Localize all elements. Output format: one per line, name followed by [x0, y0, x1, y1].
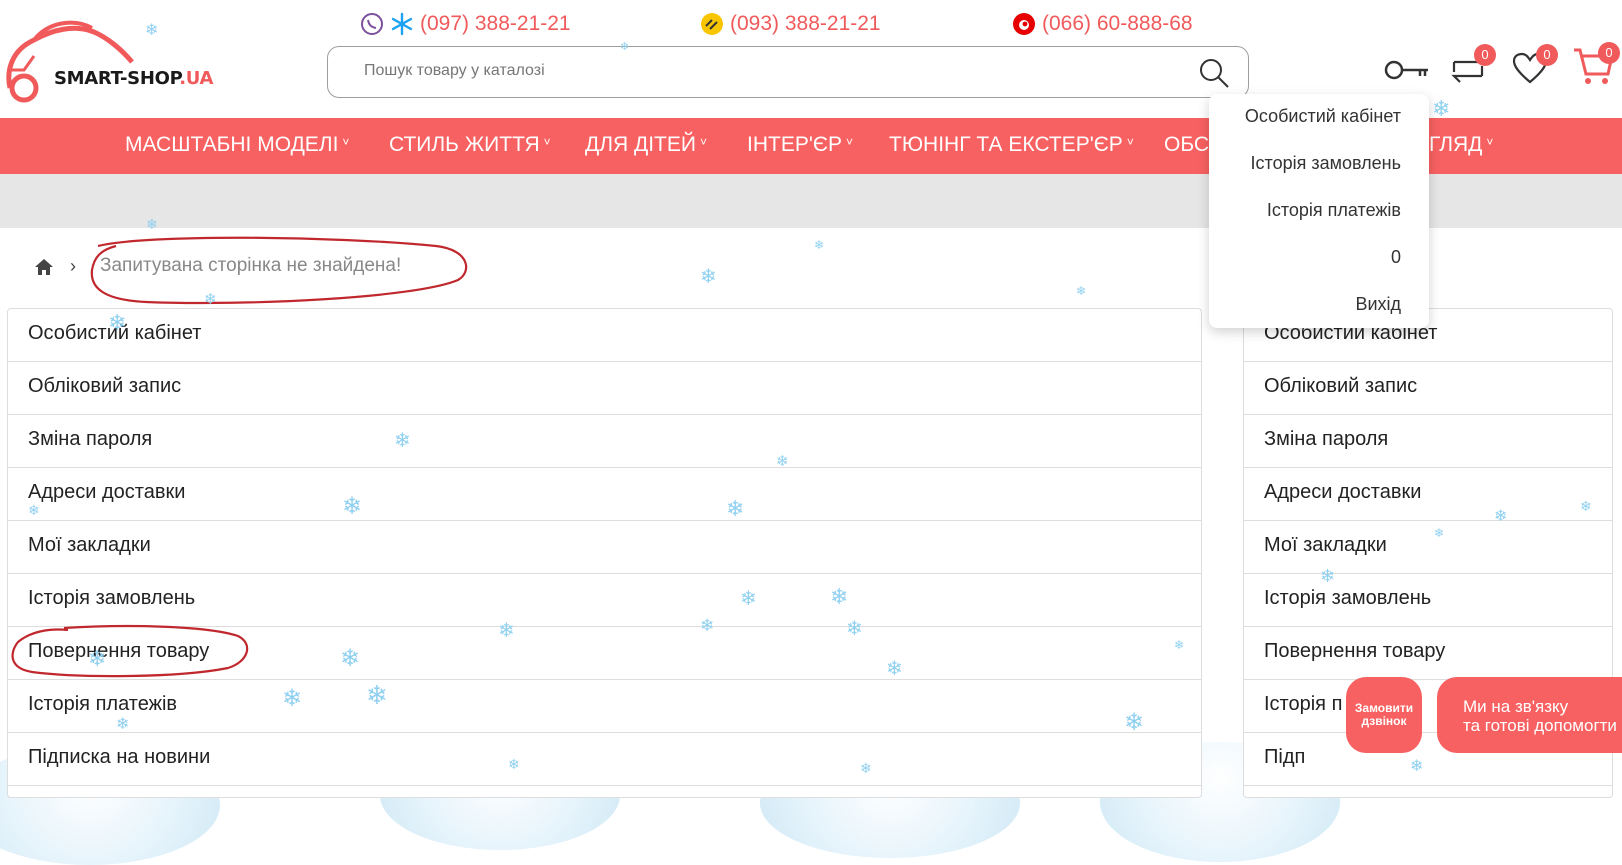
- phone-lifecell[interactable]: (093) 388-21-21: [700, 12, 881, 36]
- snowflake-icon: ❄: [204, 291, 217, 308]
- logo-text: SMART-SHOP.UA: [54, 68, 213, 89]
- nav-item-label: ГЛЯД: [1429, 133, 1483, 156]
- breadcrumb-separator-icon: ›: [70, 256, 76, 276]
- side-menu-item[interactable]: Зміна пароля: [1244, 415, 1612, 468]
- nav-item-interior[interactable]: ІНТЕР'ЄР ˅: [747, 133, 853, 157]
- cart-count-badge: 0: [1598, 42, 1620, 64]
- nav-item-label: ДЛЯ ДІТЕЙ: [585, 133, 696, 156]
- logo-text-suffix: .UA: [179, 68, 214, 89]
- lifecell-icon: [701, 13, 723, 35]
- chevron-down-icon: ˅: [342, 135, 350, 150]
- car-logo-icon: [6, 20, 134, 103]
- viber-icon: [361, 13, 383, 35]
- key-icon[interactable]: [1384, 56, 1430, 84]
- account-dropdown: Особистий кабінет Історія замовлень Істо…: [1209, 94, 1429, 328]
- nav-item-kids[interactable]: ДЛЯ ДІТЕЙ ˅: [585, 133, 707, 157]
- contact-line: Ми на зв'язку: [1463, 697, 1569, 716]
- account-menu-item[interactable]: Підписка на новини: [8, 733, 1201, 786]
- kyivstar-icon: [391, 12, 413, 36]
- nav-item-label: МАСШТАБНІ МОДЕЛІ: [125, 133, 339, 156]
- nav-item-label: СТИЛЬ ЖИТТЯ: [389, 133, 540, 156]
- compare-button[interactable]: 0: [1450, 44, 1496, 88]
- contact-line: та готові допомогти: [1463, 716, 1617, 735]
- phone-kyivstar[interactable]: (097) 388-21-21: [360, 12, 571, 36]
- search-box: [327, 46, 1249, 98]
- compare-count-badge: 0: [1474, 44, 1496, 66]
- account-menu-item[interactable]: Зміна пароля: [8, 415, 1201, 468]
- callback-line: дзвінок: [1361, 714, 1407, 728]
- chevron-down-icon: ˅: [1486, 135, 1494, 150]
- search-input[interactable]: [362, 61, 1162, 81]
- nav-item-label: ІНТЕР'ЄР: [747, 133, 842, 156]
- snowflake-icon: ❄: [1076, 284, 1087, 298]
- wishlist-count-badge: 0: [1536, 44, 1558, 66]
- account-menu-item[interactable]: Обліковий запис: [8, 362, 1201, 415]
- dropdown-item-logout[interactable]: Вихід: [1355, 294, 1401, 315]
- side-menu-item[interactable]: Мої закладки: [1244, 521, 1612, 574]
- chevron-down-icon: ˅: [700, 135, 708, 150]
- account-menu-item[interactable]: Історія платежів: [8, 680, 1201, 733]
- chevron-down-icon: ˅: [1126, 135, 1134, 150]
- cart-button[interactable]: 0: [1572, 42, 1620, 88]
- contact-widget[interactable]: Ми на зв'язку та готові допомогти: [1437, 677, 1622, 753]
- dropdown-item-balance[interactable]: 0: [1391, 247, 1401, 268]
- chevron-down-icon: ˅: [845, 135, 853, 150]
- vodafone-icon: [1013, 13, 1035, 35]
- account-menu-item[interactable]: Мої закладки: [8, 521, 1201, 574]
- site-logo[interactable]: SMART-SHOP.UA: [4, 10, 234, 105]
- dropdown-item-account[interactable]: Особистий кабінет: [1245, 106, 1401, 127]
- side-menu-item[interactable]: Історія замовлень: [1244, 574, 1612, 627]
- nav-item-lifestyle[interactable]: СТИЛЬ ЖИТТЯ ˅: [389, 133, 551, 157]
- chevron-down-icon: ˅: [543, 135, 551, 150]
- logo-text-main: SMART-SHOP: [54, 68, 180, 89]
- account-menu-item[interactable]: Адреси доставки: [8, 468, 1201, 521]
- callback-line: Замовити: [1354, 701, 1414, 715]
- account-menu-item[interactable]: Особистий кабінет: [8, 309, 1201, 362]
- search-icon[interactable]: [1198, 57, 1230, 89]
- nav-item-care[interactable]: ГЛЯД ˅: [1429, 133, 1493, 157]
- side-menu-item[interactable]: Обліковий запис: [1244, 362, 1612, 415]
- home-icon[interactable]: [34, 258, 54, 276]
- account-menu: Особистий кабінет Обліковий запис Зміна …: [7, 308, 1202, 798]
- callback-button[interactable]: Замовити дзвінок: [1346, 677, 1422, 753]
- side-menu-item[interactable]: Повернення товару: [1244, 627, 1612, 680]
- nav-item-tuning[interactable]: ТЮНІНГ ТА ЕКСТЕР'ЄР ˅: [889, 133, 1134, 157]
- dropdown-item-orders[interactable]: Історія замовлень: [1251, 153, 1401, 174]
- snowflake-icon: ❄: [814, 238, 825, 252]
- nav-item-service[interactable]: ОБС: [1164, 133, 1209, 157]
- phone-number: (097) 388-21-21: [420, 12, 571, 35]
- phone-vodafone[interactable]: (066) 60-888-68: [1012, 12, 1193, 36]
- phone-number: (093) 388-21-21: [730, 12, 881, 35]
- snowflake-icon: ❄: [700, 266, 717, 288]
- wishlist-button[interactable]: 0: [1512, 44, 1558, 88]
- account-menu-item-returns[interactable]: Повернення товару: [8, 627, 1201, 680]
- account-menu-item[interactable]: Історія замовлень: [8, 574, 1201, 627]
- nav-item-label: ТЮНІНГ ТА ЕКСТЕР'ЄР: [889, 133, 1123, 156]
- nav-item-scale-models[interactable]: МАСШТАБНІ МОДЕЛІ ˅: [125, 133, 349, 157]
- nav-item-label: ОБС: [1164, 133, 1210, 156]
- phone-number: (066) 60-888-68: [1042, 12, 1193, 35]
- callback-label: Замовити дзвінок: [1355, 702, 1413, 728]
- dropdown-item-payments[interactable]: Історія платежів: [1267, 200, 1401, 221]
- breadcrumb-current: Запитувана сторінка не знайдена!: [100, 255, 402, 276]
- side-menu-item[interactable]: Адреси доставки: [1244, 468, 1612, 521]
